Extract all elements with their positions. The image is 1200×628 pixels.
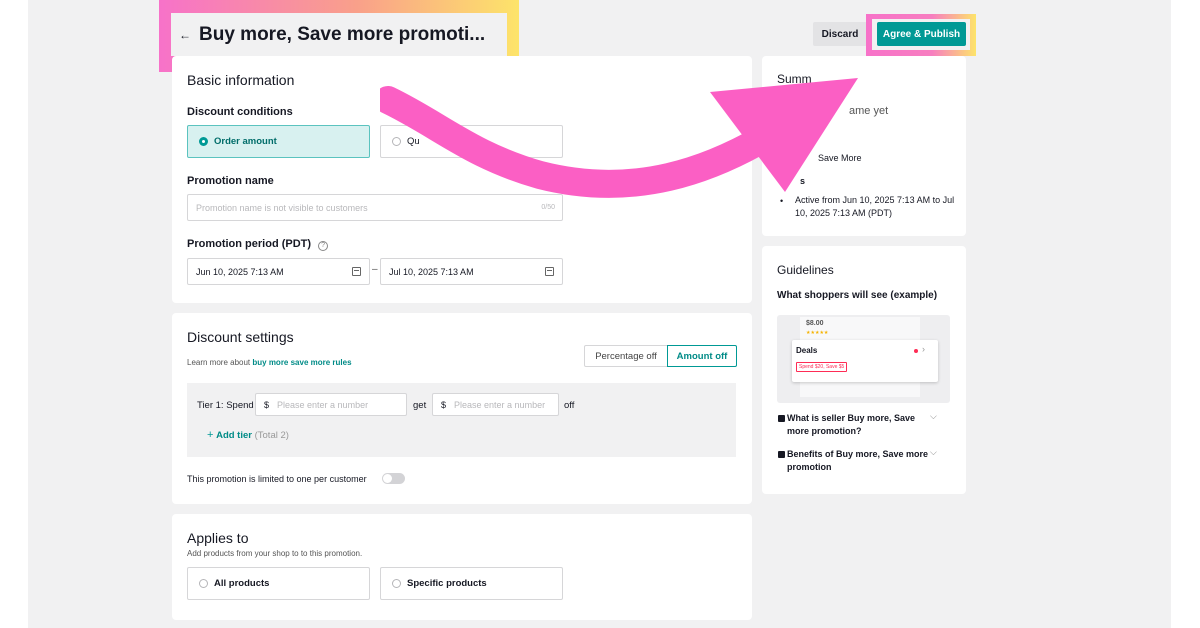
calendar-icon: [352, 267, 361, 276]
limit-toggle[interactable]: [382, 473, 405, 484]
deal-badge: Spend $20, Save $5: [796, 362, 848, 372]
end-date-value: Jul 10, 2025 7:13 AM: [389, 266, 474, 277]
chevron-down-icon[interactable]: ⌵: [930, 447, 937, 458]
pink-arrow-annotation: [380, 78, 858, 198]
discard-button[interactable]: Discard: [813, 22, 867, 46]
agree-publish-button[interactable]: Agree & Publish: [877, 22, 966, 46]
guidelines-heading: Guidelines: [777, 263, 834, 277]
promotion-name-placeholder: Promotion name is not visible to custome…: [196, 202, 368, 213]
preview-image: $8.00 ★★★★★ Deals › Spend $20, Save $5: [777, 315, 950, 403]
faq-item-what-is[interactable]: What is seller Buy more, Save more promo…: [787, 412, 922, 438]
currency-symbol: $: [441, 399, 447, 410]
radio-icon: [199, 579, 208, 588]
discount-settings-heading: Discount settings: [187, 329, 294, 345]
start-date-value: Jun 10, 2025 7:13 AM: [196, 266, 284, 277]
faq-item-benefits[interactable]: Benefits of Buy more, Save more promotio…: [787, 448, 929, 474]
question-icon: [778, 451, 785, 458]
start-date-input[interactable]: Jun 10, 2025 7:13 AM: [187, 258, 370, 285]
rules-link[interactable]: buy more save more rules: [252, 358, 351, 367]
date-separator: –: [372, 264, 378, 275]
learn-more-prefix: Learn more about: [187, 358, 253, 367]
deals-popup: Deals › Spend $20, Save $5: [792, 340, 938, 382]
radio-selected-icon: [199, 137, 208, 146]
preview-price: $8.00: [806, 320, 824, 327]
limit-text: This promotion is limited to one per cus…: [187, 474, 367, 484]
tier-label: Tier 1: Spend: [197, 400, 254, 411]
star-rating-icon: ★★★★★: [806, 330, 829, 336]
basic-info-heading: Basic information: [187, 72, 295, 88]
condition-option-label: Order amount: [214, 136, 277, 147]
off-label: off: [564, 400, 575, 411]
get-placeholder: Please enter a number: [454, 399, 546, 410]
arrow-head: [710, 78, 858, 192]
end-date-input[interactable]: Jul 10, 2025 7:13 AM: [380, 258, 563, 285]
chevron-down-icon[interactable]: ⌵: [930, 411, 937, 422]
deals-label: Deals: [796, 346, 818, 355]
info-icon[interactable]: ?: [318, 241, 329, 251]
calendar-icon: [545, 267, 554, 276]
applies-to-subtext: Add products from your shop to to this p…: [187, 549, 363, 558]
add-tier-total: (Total 2): [254, 430, 289, 441]
promotion-period-label: Promotion period (PDT) ?: [187, 238, 329, 251]
preview-label: What shoppers will see (example): [777, 290, 938, 301]
page-title: Buy more, Save more promoti...: [199, 23, 486, 45]
applies-option-label: Specific products: [407, 578, 487, 589]
discount-amount-input[interactable]: $ Please enter a number: [432, 393, 559, 416]
question-icon: [778, 415, 785, 422]
page-header: ← Buy more, Save more promoti...: [171, 13, 507, 56]
arrow-left-icon[interactable]: ←: [179, 28, 193, 42]
currency-symbol: $: [264, 399, 270, 410]
applies-specific-products[interactable]: Specific products: [380, 567, 563, 600]
chevron-right-icon: ›: [922, 344, 925, 354]
plus-icon: +: [207, 429, 214, 441]
learn-more-text: Learn more about buy more save more rule…: [187, 358, 352, 367]
applies-option-label: All products: [214, 578, 270, 589]
promotion-name-label: Promotion name: [187, 175, 274, 187]
spend-amount-input[interactable]: $ Please enter a number: [255, 393, 407, 416]
get-label: get: [413, 400, 427, 411]
applies-all-products[interactable]: All products: [187, 567, 370, 600]
add-tier-label: Add tier: [216, 430, 252, 441]
mode-amount-off[interactable]: Amount off: [667, 345, 737, 367]
radio-icon: [392, 579, 401, 588]
spend-placeholder: Please enter a number: [277, 399, 369, 410]
condition-order-amount[interactable]: Order amount: [187, 125, 370, 158]
add-tier-button[interactable]: + Add tier (Total 2): [207, 429, 289, 441]
applies-to-heading: Applies to: [187, 530, 249, 546]
mode-percentage-off[interactable]: Percentage off: [584, 345, 668, 367]
promotion-period-text: Promotion period (PDT): [187, 238, 312, 250]
red-dot-icon: [914, 349, 918, 353]
discount-conditions-label: Discount conditions: [187, 106, 293, 118]
